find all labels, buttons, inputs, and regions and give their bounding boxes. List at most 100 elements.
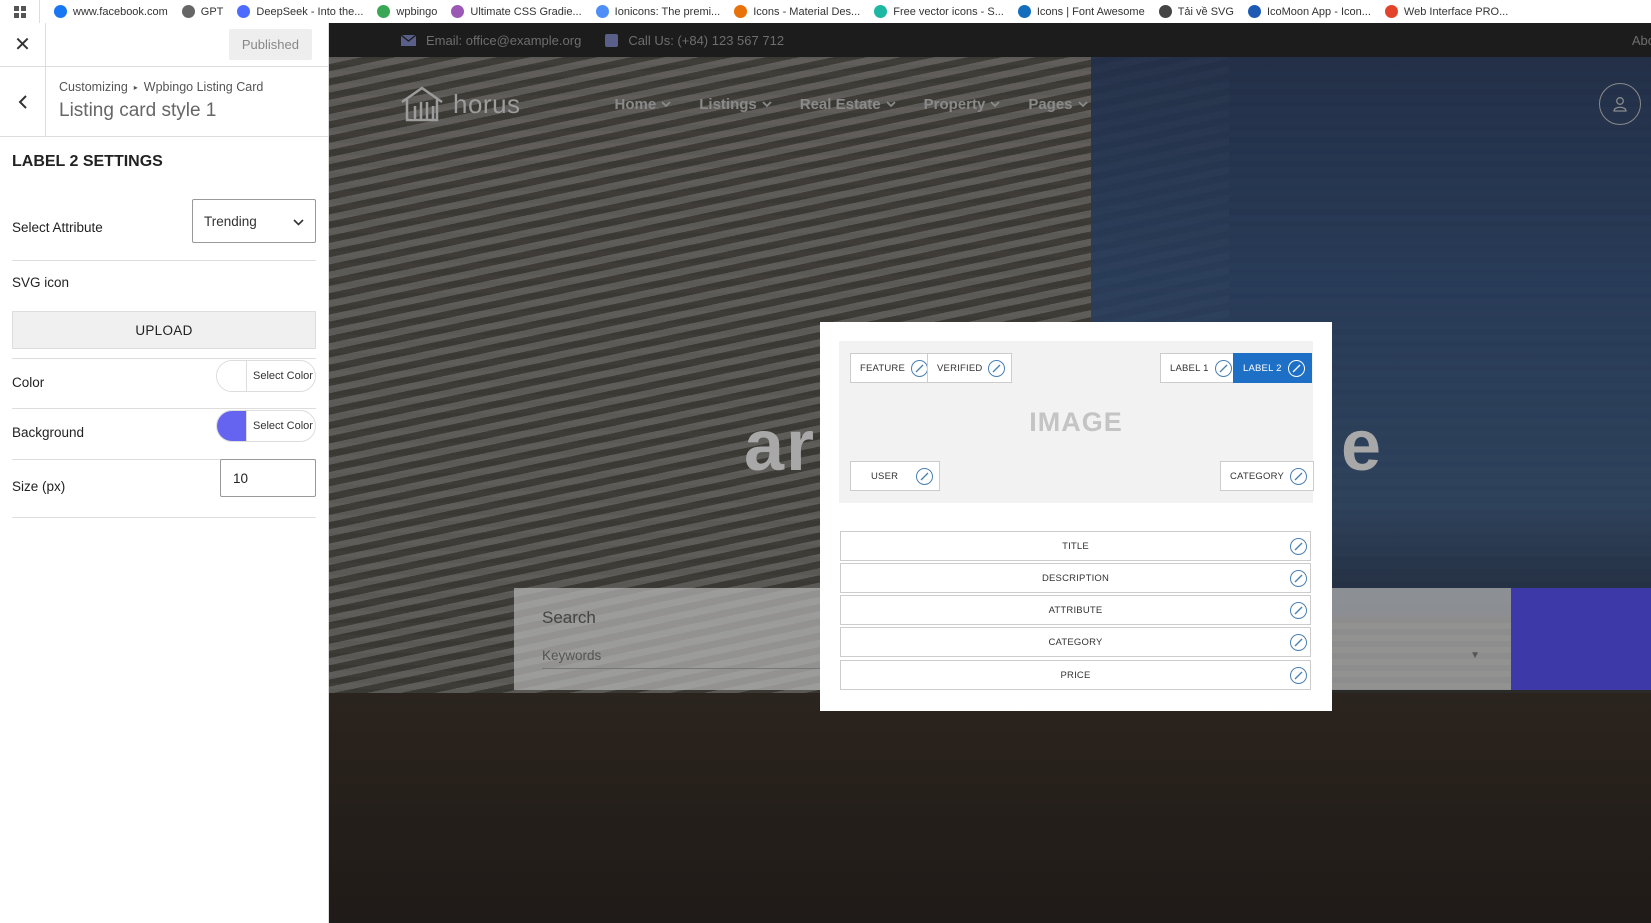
edit-pencil-icon[interactable] [1290,634,1307,651]
chip-label: FEATURE [860,362,906,374]
customizer-header: ✕ Published [0,22,328,67]
select-attribute-dropdown[interactable]: Trending [192,199,316,243]
background-color-picker[interactable]: Select Color [216,410,316,442]
menu-item-property[interactable]: Property [924,96,1001,113]
bookmarks-bar: www.facebook.com GPT DeepSeek - Into the… [0,0,1651,23]
bookmark-web-interface[interactable]: Web Interface PRO... [1384,5,1508,18]
caret-down-icon[interactable]: ▼ [1470,650,1480,661]
svg-icon-row: SVG icon [12,274,316,292]
field-attribute[interactable]: ATTRIBUTE [840,595,1311,625]
bookmark-label: Icons - Material Des... [753,5,861,18]
bookmark-gpt[interactable]: GPT [181,5,224,18]
chip-label-2-active[interactable]: LABEL 2 [1233,353,1312,383]
chevron-down-icon [661,101,671,107]
bookmark-free-vector[interactable]: Free vector icons - S... [874,5,1004,18]
chip-category[interactable]: CATEGORY [1220,461,1315,491]
about-link[interactable]: Abo [1632,33,1651,48]
site-logo[interactable]: horus [399,86,521,122]
chevron-down-icon [990,101,1000,107]
topbar-phone[interactable]: Call Us: (+84) 123 567 712 [605,33,784,48]
bookmark-label: DeepSeek - Into the... [256,5,364,18]
edit-pencil-icon[interactable] [1290,570,1307,587]
close-icon[interactable]: ✕ [0,22,46,67]
field-price[interactable]: PRICE [840,660,1311,690]
menu-item-pages[interactable]: Pages [1028,95,1088,113]
bookmark-css-gradient[interactable]: Ultimate CSS Gradie... [451,5,582,18]
color-swatch [217,361,247,391]
search-button[interactable] [1511,588,1651,690]
site-nav: horus Home Listings Real Estate Property… [329,79,1651,129]
field-category[interactable]: CATEGORY [840,627,1311,657]
material-icon [734,5,748,18]
size-input[interactable]: 10 [220,459,316,497]
menu-item-label: Pages [1028,95,1073,113]
background-swatch [217,411,247,441]
apps-grid-icon[interactable] [0,0,40,23]
menu-item-home[interactable]: Home [615,96,672,113]
main-menu: Home Listings Real Estate Property Pages [615,96,1088,113]
chevron-down-icon [1077,101,1088,107]
user-account-icon[interactable] [1599,83,1641,125]
field-label: PRICE [1060,669,1091,681]
divider [12,358,316,359]
bookmark-icomoon[interactable]: IcoMoon App - Icon... [1247,5,1371,18]
hero-heading-left: ar [744,406,817,486]
field-title[interactable]: TITLE [840,531,1311,561]
email-text: Email: office@example.org [426,32,582,48]
back-arrow-icon[interactable] [0,67,46,136]
mail-icon [401,34,416,46]
breadcrumb-item: Wpbingo Listing Card [143,80,264,94]
bookmark-facebook[interactable]: www.facebook.com [54,5,168,18]
bookmark-deepseek[interactable]: DeepSeek - Into the... [237,5,363,18]
card-image-area: FEATURE VERIFIED LABEL 1 LABEL 2 IMAGE U… [839,341,1315,503]
section-title: LABEL 2 SETTINGS [12,153,163,170]
house-logo-icon [401,86,443,122]
bookmark-label: Ionicons: The premi... [614,5,721,18]
bookmark-label: Icons | Font Awesome [1036,5,1145,18]
phone-icon [605,33,619,47]
menu-item-real-estate[interactable]: Real Estate [800,96,896,113]
select-attribute-label: Select Attribute [12,220,103,235]
bookmark-label: Free vector icons - S... [893,5,1004,18]
bookmark-ionicons[interactable]: Ionicons: The premi... [595,5,721,18]
bookmark-font-awesome[interactable]: Icons | Font Awesome [1017,5,1145,18]
hero-heading-right: e [1341,406,1382,486]
listing-card-builder: FEATURE VERIFIED LABEL 1 LABEL 2 IMAGE U… [820,322,1332,711]
bookmark-label: Ultimate CSS Gradie... [470,5,582,18]
edit-pencil-icon[interactable] [1290,602,1307,619]
field-label: CATEGORY [1048,636,1103,648]
bookmark-svg[interactable]: Tải về SVG [1158,5,1234,18]
edit-pencil-icon[interactable] [916,467,934,485]
chip-verified[interactable]: VERIFIED [927,353,1013,383]
keywords-input[interactable]: Keywords [542,648,842,669]
color-picker[interactable]: Select Color [216,360,316,392]
bookmark-label: wpbingo [396,5,438,18]
image-placeholder: IMAGE [1029,407,1123,437]
edit-pencil-icon[interactable] [1290,467,1308,485]
search-title: Search [542,608,596,627]
bookmark-label: GPT [200,5,224,18]
chip-feature[interactable]: FEATURE [850,353,936,383]
edit-pencil-icon[interactable] [1290,538,1307,555]
chip-label-1[interactable]: LABEL 1 [1160,353,1239,383]
edit-pencil-icon[interactable] [1214,359,1232,377]
breadcrumb-separator-icon: ▸ [133,82,138,92]
chip-user[interactable]: USER [850,461,941,491]
menu-item-label: Property [923,95,986,113]
field-description[interactable]: DESCRIPTION [840,563,1311,593]
web-interface-icon [1384,5,1398,18]
bookmark-material-icons[interactable]: Icons - Material Des... [734,5,860,18]
edit-pencil-icon[interactable] [1287,359,1305,377]
published-button[interactable]: Published [228,29,312,60]
select-attribute-row: Select Attribute Trending [12,199,316,243]
menu-item-listings[interactable]: Listings [699,96,772,113]
chevron-down-icon [762,101,772,107]
edit-pencil-icon[interactable] [1290,667,1307,684]
edit-pencil-icon[interactable] [911,359,929,377]
edit-pencil-icon[interactable] [988,359,1006,377]
bookmark-wpbingo[interactable]: wpbingo [377,5,437,18]
topbar-email[interactable]: Email: office@example.org [401,33,581,48]
upload-button[interactable]: UPLOAD [12,311,316,349]
field-label: ATTRIBUTE [1048,604,1103,616]
chip-label: LABEL 1 [1170,362,1209,374]
